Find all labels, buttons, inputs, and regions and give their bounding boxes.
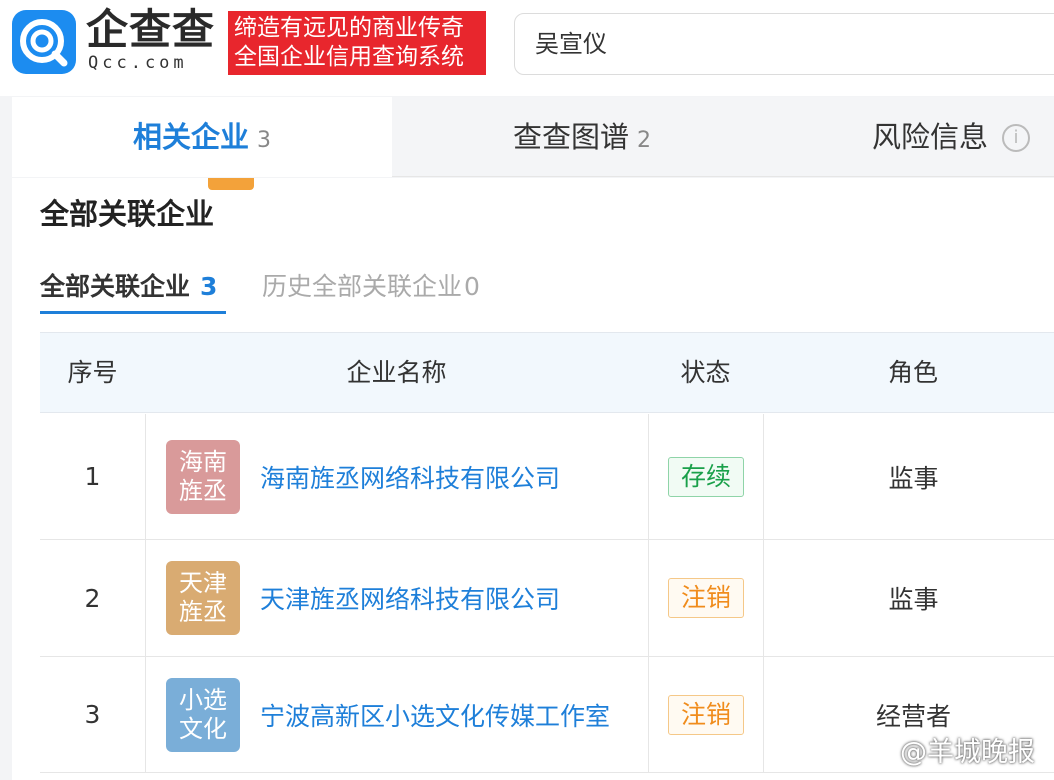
subtab-history-related[interactable]: 历史全部关联企业0 <box>262 270 480 304</box>
subtab-count: 0 <box>464 272 480 301</box>
company-name-link[interactable]: 海南旌丞网络科技有限公司 <box>260 459 560 495</box>
active-subtab-indicator <box>40 311 226 314</box>
search-input[interactable]: 吴宣仪 <box>514 13 1054 75</box>
content-panel: 全部关联企业 全部关联企业 3 历史全部关联企业0 序号 企业名称 状态 角色 1… <box>12 178 1054 780</box>
table-row: 1 海南 旌丞 海南旌丞网络科技有限公司 存续 监事 <box>40 414 1054 540</box>
avatar-text: 天津 <box>179 569 227 597</box>
company-name-link[interactable]: 天津旌丞网络科技有限公司 <box>260 580 560 616</box>
avatar-text: 小选 <box>179 685 227 714</box>
company-avatar[interactable]: 小选 文化 <box>166 677 240 752</box>
status-cell: 存续 <box>648 414 763 539</box>
tab-related-companies[interactable]: 相关企业 3 <box>12 97 392 177</box>
role-text: 经营者 <box>875 701 951 731</box>
row-index-cell: 1 <box>40 414 145 539</box>
watermark-text: @羊城晚报 <box>900 737 1035 768</box>
slogan-line-1: 缔造有远见的商业传奇 <box>234 15 464 41</box>
row-index-cell: 3 <box>40 657 145 772</box>
row-index-cell: 2 <box>40 540 145 656</box>
role-cell: 监事 <box>763 414 1054 539</box>
slogan-line-2: 全国企业信用查询系统 <box>234 44 464 70</box>
avatar-text: 海南 <box>179 447 227 476</box>
col-header-company: 企业名称 <box>346 358 447 387</box>
company-cell: 天津 旌丞 天津旌丞网络科技有限公司 <box>145 540 648 656</box>
role-text: 监事 <box>888 585 939 614</box>
info-icon[interactable]: i <box>1002 124 1031 152</box>
main-tabs: 相关企业 3 查查图谱 2 风险信息 i <box>12 97 1054 177</box>
status-badge: 注销 <box>668 694 744 735</box>
watermark: @羊城晚报 <box>866 736 1035 770</box>
avatar-text: 旌丞 <box>179 476 227 505</box>
col-header-index: 序号 <box>67 358 118 387</box>
col-header-status: 状态 <box>680 358 731 387</box>
col-header-role: 角色 <box>887 358 938 387</box>
slogan-banner: 缔造有远见的商业传奇 全国企业信用查询系统 <box>228 11 486 75</box>
role-text: 监事 <box>888 463 939 493</box>
tab-label: 相关企业 <box>132 120 249 154</box>
table-row: 2 天津 旌丞 天津旌丞网络科技有限公司 注销 监事 <box>40 540 1054 657</box>
company-avatar[interactable]: 海南 旌丞 <box>166 439 240 514</box>
company-avatar[interactable]: 天津 旌丞 <box>166 561 240 635</box>
row-index: 1 <box>84 462 101 491</box>
tab-label: 风险信息 <box>872 120 989 154</box>
vip-badge-icon <box>208 178 254 190</box>
company-cell: 小选 文化 宁波高新区小选文化传媒工作室 <box>145 657 648 772</box>
search-value[interactable]: 吴宣仪 <box>535 30 607 58</box>
subtab-label: 全部关联企业 <box>40 272 191 301</box>
subtab-count: 3 <box>200 272 218 301</box>
status-cell: 注销 <box>648 540 763 656</box>
tab-label: 查查图谱 <box>512 120 629 154</box>
tab-count: 3 <box>257 128 271 153</box>
related-companies-table: 序号 企业名称 状态 角色 1 海南 旌丞 海南旌丞网络科技有限公司 存续 监事… <box>40 332 1054 773</box>
logo-text[interactable]: 企查查 <box>86 8 215 52</box>
row-index: 3 <box>84 700 101 729</box>
role-cell: 监事 <box>763 540 1054 656</box>
avatar-text: 旌丞 <box>179 598 227 626</box>
subtab-all-related[interactable]: 全部关联企业 3 <box>40 270 217 304</box>
weibo-icon <box>866 736 896 770</box>
logo-subtext: Qcc.com <box>88 53 188 73</box>
tab-risk-info[interactable]: 风险信息 i <box>872 97 1054 177</box>
tab-count: 2 <box>637 128 651 153</box>
company-name-link[interactable]: 宁波高新区小选文化传媒工作室 <box>260 697 610 733</box>
subtab-label: 历史全部关联企业 <box>262 272 463 301</box>
company-cell: 海南 旌丞 海南旌丞网络科技有限公司 <box>145 414 648 539</box>
top-header: 企查查 Qcc.com 缔造有远见的商业传奇 全国企业信用查询系统 吴宣仪 <box>0 0 1054 96</box>
avatar-text: 文化 <box>179 714 227 743</box>
status-cell: 注销 <box>648 657 763 772</box>
qcc-logo-icon[interactable] <box>12 10 76 74</box>
section-title: 全部关联企业 <box>40 197 215 231</box>
tab-relation-graph[interactable]: 查查图谱 2 <box>392 97 772 177</box>
status-badge: 存续 <box>668 456 744 497</box>
table-header: 序号 企业名称 状态 角色 <box>40 333 1054 413</box>
status-badge: 注销 <box>668 578 744 618</box>
row-index: 2 <box>84 583 101 613</box>
